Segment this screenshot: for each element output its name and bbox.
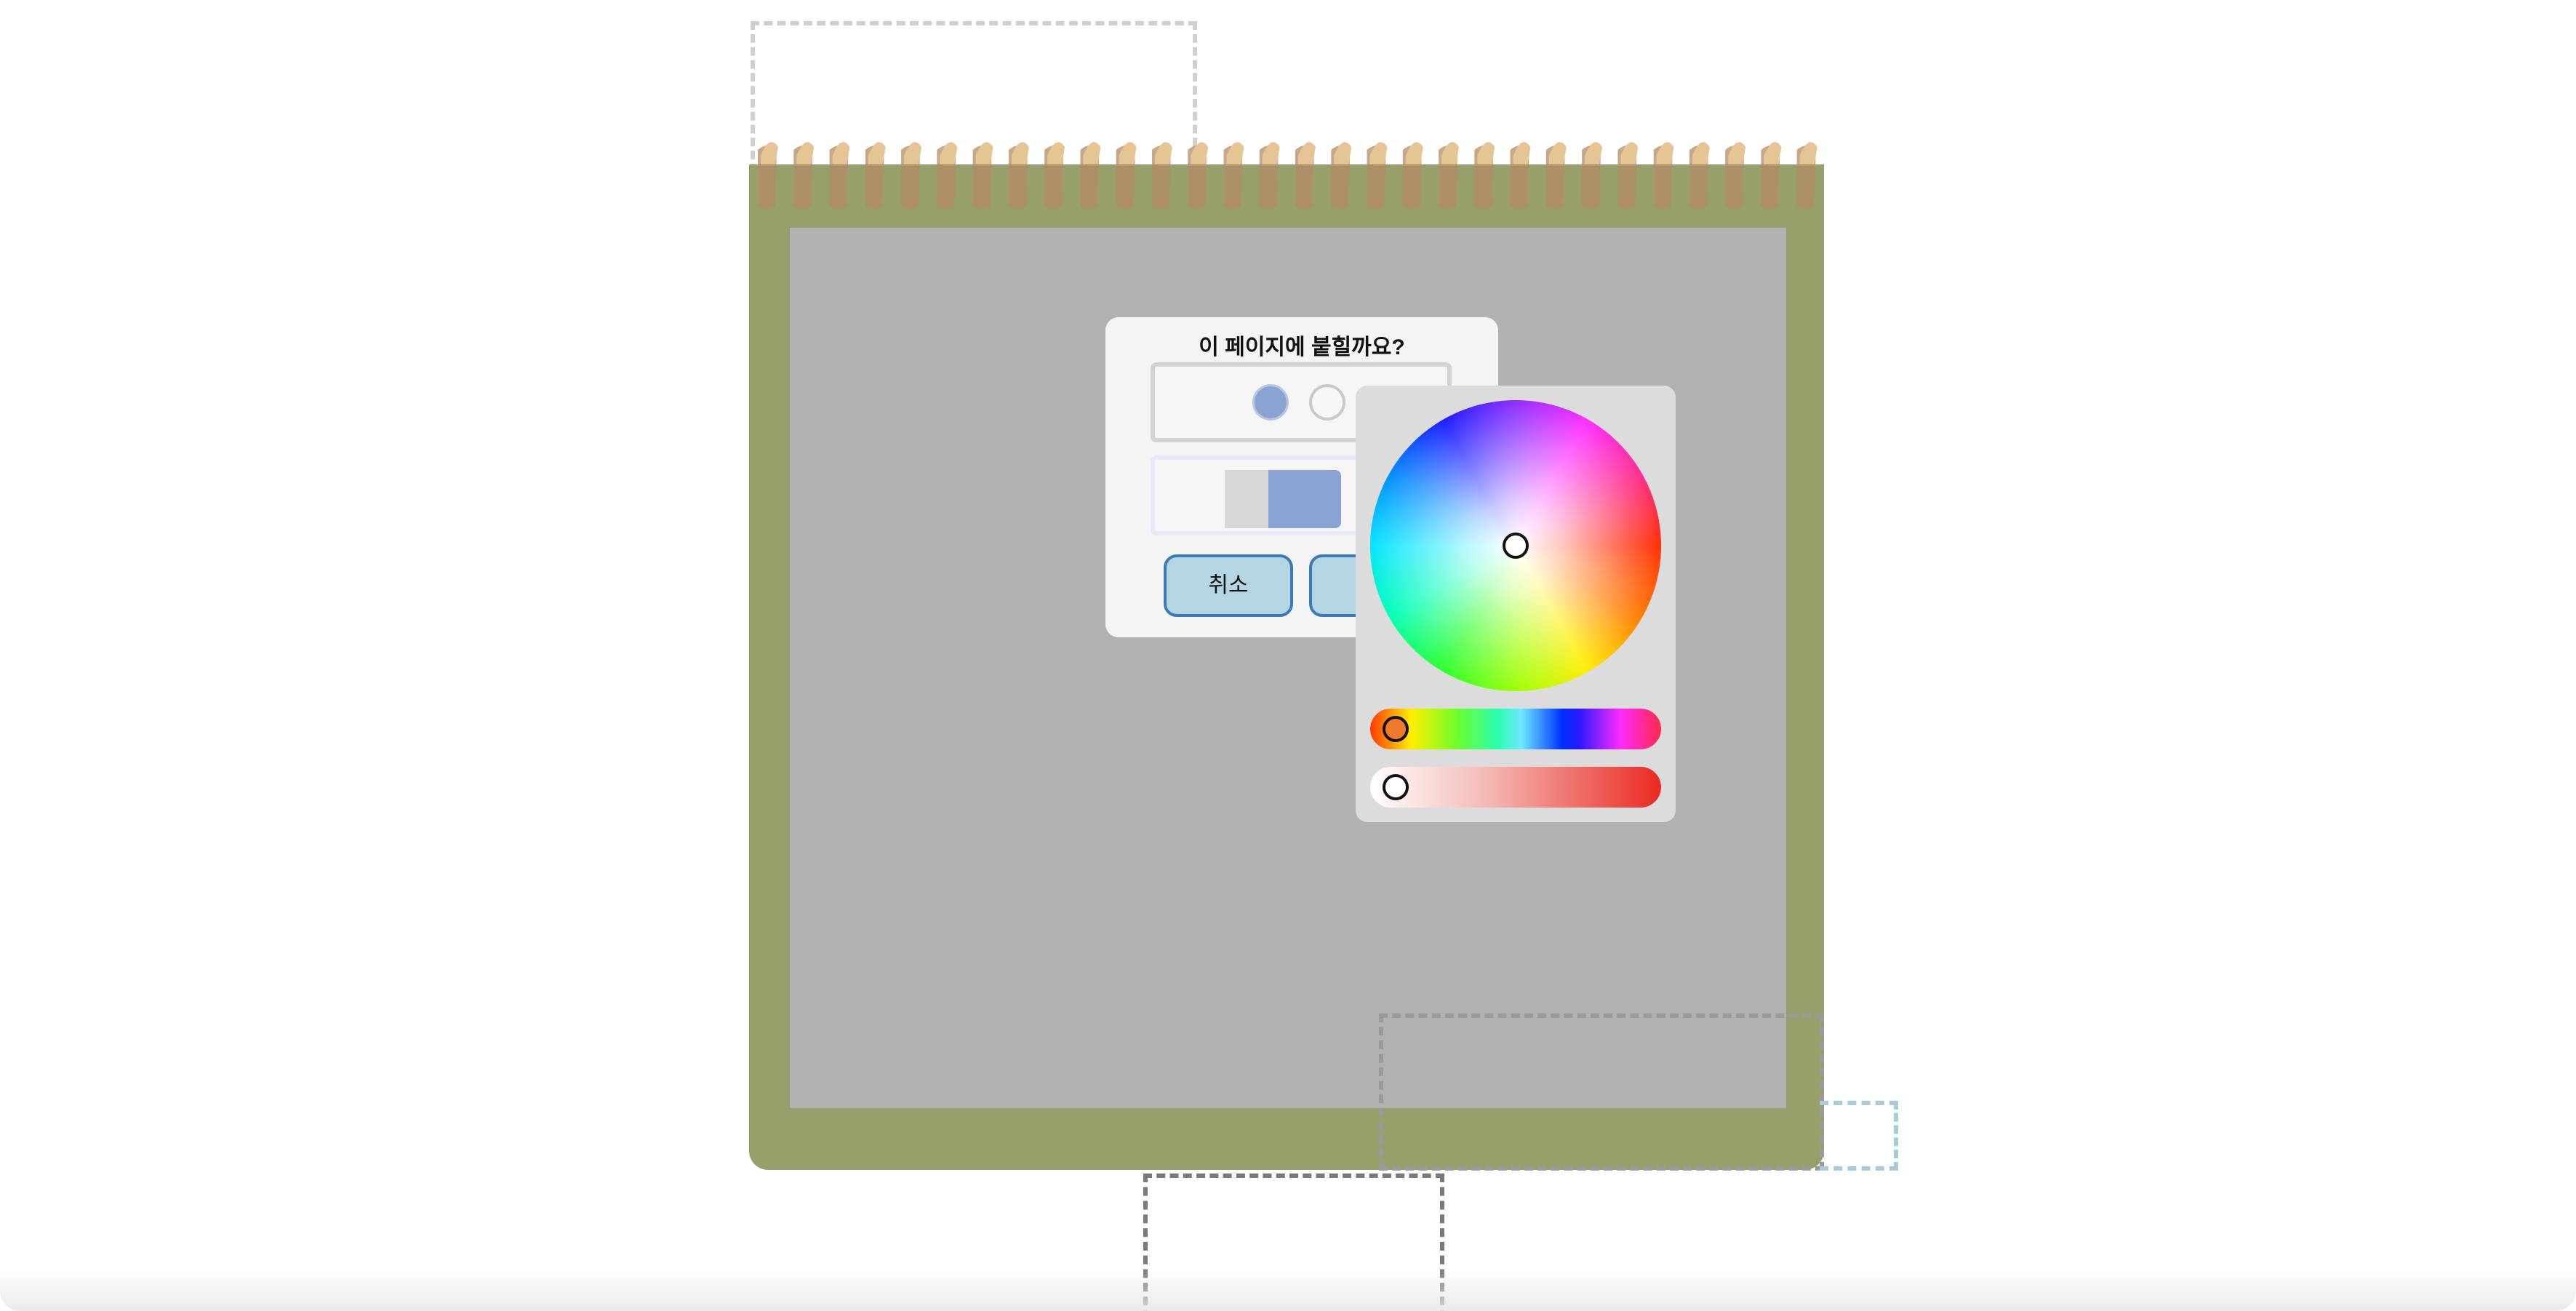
spiral-ring — [868, 142, 886, 164]
spiral-ring — [1728, 142, 1746, 164]
spiral-ring — [1513, 142, 1531, 164]
spiral-ring — [1011, 142, 1029, 164]
previous-color-preview — [1225, 470, 1270, 528]
window-bottom-shadow — [0, 1267, 2576, 1311]
spiral-ring — [1226, 142, 1244, 164]
color-picker-popover — [1356, 386, 1676, 822]
spiral-ring — [1799, 142, 1817, 164]
spiral-ring — [1083, 142, 1101, 164]
notebook-spiral-binding — [758, 142, 1817, 210]
spiral-ring — [1154, 142, 1172, 164]
spiral-ring — [1191, 142, 1209, 164]
spiral-ring — [975, 142, 993, 164]
opacity-slider-thumb[interactable] — [1382, 774, 1409, 800]
spiral-ring — [904, 142, 922, 164]
hue-slider[interactable] — [1370, 709, 1661, 749]
opacity-slider[interactable] — [1370, 767, 1661, 808]
spiral-ring — [761, 142, 778, 164]
spiral-ring — [1656, 142, 1674, 164]
color-wheel-cursor[interactable] — [1503, 533, 1529, 559]
hue-slider-thumb[interactable] — [1382, 716, 1409, 742]
spiral-ring — [1764, 142, 1782, 164]
spiral-ring — [1369, 142, 1388, 164]
placeholder-frame-small[interactable] — [1820, 1101, 1898, 1171]
spiral-ring — [1441, 142, 1460, 164]
spiral-ring — [832, 142, 850, 164]
spiral-ring — [796, 142, 815, 164]
spiral-ring — [1405, 142, 1423, 164]
color-swatch-white[interactable] — [1309, 384, 1345, 421]
spiral-ring — [1334, 142, 1352, 164]
spiral-ring — [1585, 142, 1603, 164]
spiral-ring — [1477, 142, 1495, 164]
spiral-ring — [1692, 142, 1710, 164]
new-color-preview — [1268, 470, 1341, 528]
cancel-button[interactable]: 취소 — [1164, 554, 1293, 617]
dialog-title: 이 페이지에 붙힐까요? — [1199, 335, 1405, 359]
color-swatch-blue[interactable] — [1252, 384, 1289, 421]
spiral-ring — [1298, 142, 1316, 164]
spiral-ring — [1262, 142, 1280, 164]
spiral-ring — [1119, 142, 1137, 164]
spiral-ring — [940, 142, 958, 164]
spiral-ring — [1548, 142, 1567, 164]
color-wheel[interactable] — [1370, 400, 1661, 691]
spiral-ring — [1047, 142, 1065, 164]
spiral-ring — [1620, 142, 1639, 164]
canvas-stage: 이 페이지에 붙힐까요? 취소 — [0, 0, 2576, 1311]
placeholder-frame-right[interactable] — [1379, 1013, 1824, 1171]
